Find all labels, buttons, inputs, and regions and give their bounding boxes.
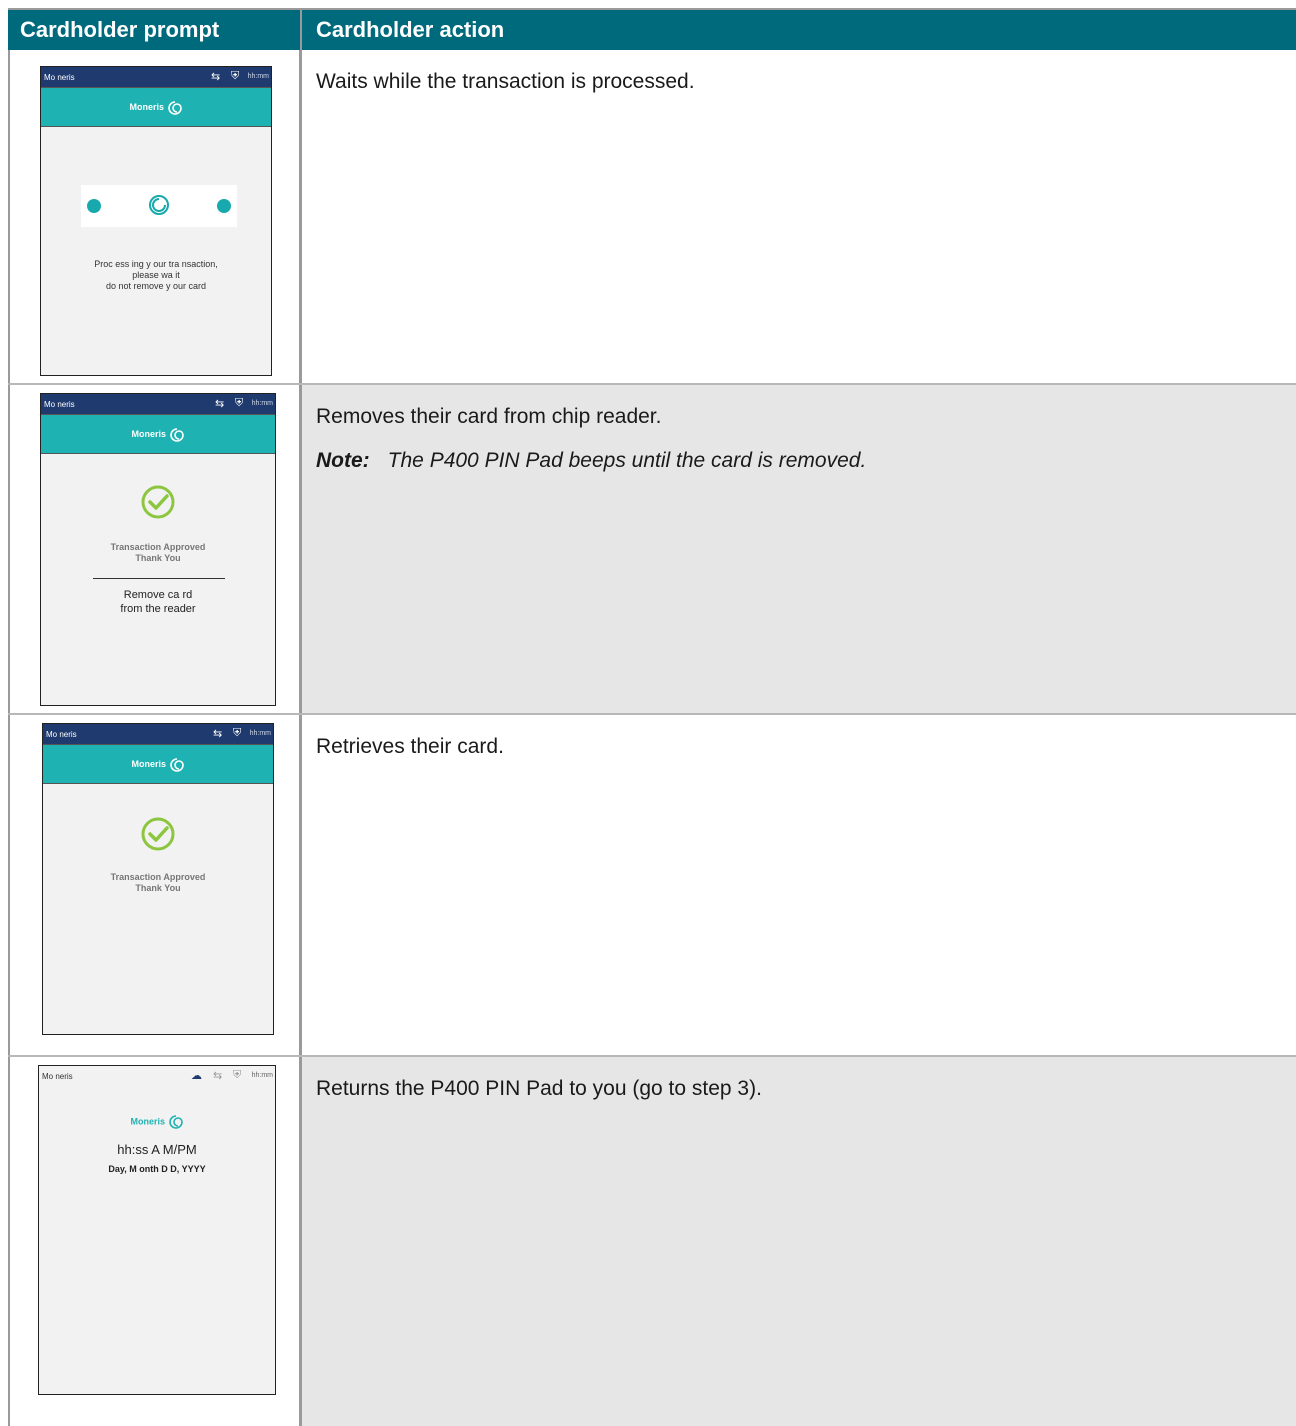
cloud-icon: ☁ [191, 1070, 202, 1082]
transfer-arrows-icon: ⇆ [215, 398, 225, 410]
pinpad-screen-approved: Mo neris ⇆ ⛨ hh:mm Moneris Transaction A… [42, 723, 274, 1035]
approval-message: Transaction Approved Thank You [43, 872, 273, 894]
pinpad-screen-processing: Mo neris ⇆ ⛨ hh:mm Moneris Proc ess ing … [40, 66, 272, 376]
status-bar: Mo neris ⇆ ⛨ hh:mm [43, 724, 273, 744]
action-cell: Removes their card from chip reader. Not… [302, 385, 1296, 713]
moneris-swirl-icon [149, 195, 169, 215]
pinpad-screen-remove-card: Mo neris ⇆ ⛨ hh:mm Moneris Transaction A… [40, 393, 276, 706]
transfer-arrows-icon: ⇆ [213, 1070, 223, 1082]
progress-dot-right [217, 199, 231, 213]
moneris-swirl-icon [169, 427, 184, 442]
moneris-swirl-icon [167, 100, 182, 115]
prompt-cell: Mo neris ⇆ ⛨ hh:mm Moneris Transaction A… [8, 385, 302, 713]
moneris-logo-text: Moneris [130, 1116, 165, 1127]
status-bar-time: hh:mm [249, 730, 271, 737]
moneris-logo-text: Moneris [131, 429, 166, 439]
status-bar: Mo neris ⇆ ⛨ hh:mm [41, 67, 271, 87]
header-cardholder-action: Cardholder action [316, 17, 505, 42]
status-bar-brand: Mo neris [46, 730, 77, 739]
clock-display: hh:ss A M/PM [117, 1142, 197, 1157]
action-cell: Waits while the transaction is processed… [302, 50, 1296, 383]
action-cell: Returns the P400 PIN Pad to you (go to s… [302, 1057, 1296, 1426]
date-display: Day, M onth D D, YYYY [108, 1164, 206, 1174]
message-line: Transaction Approved [110, 872, 206, 882]
shield-icon: ⛨ [235, 397, 244, 409]
message-line: please wa it [132, 270, 180, 280]
processing-message: Proc ess ing y our tra nsaction, please … [41, 259, 271, 292]
moneris-logo-band: Moneris [41, 414, 275, 454]
prompt-cell: Mo neris ☁ ⇆ ⛨ hh:mm Moneris hh:ss A M/P… [8, 1057, 302, 1426]
action-text: Waits while the transaction is processed… [316, 70, 695, 93]
cardholder-steps-table: Cardholder prompt Cardholder action Mo n… [8, 8, 1296, 1426]
status-bar: Mo neris ☁ ⇆ ⛨ hh:mm [39, 1066, 275, 1086]
approval-message: Transaction Approved Thank You [41, 542, 275, 564]
status-bar-time: hh:mm [247, 73, 269, 80]
moneris-logo-text: Moneris [131, 759, 166, 769]
message-line: do not remove y our card [105, 281, 207, 291]
prompt-cell: Mo neris ⇆ ⛨ hh:mm Moneris Proc ess ing … [8, 50, 302, 383]
remove-card-instruction: Remove ca rd from the reader [41, 588, 275, 616]
pinpad-screen-idle: Mo neris ☁ ⇆ ⛨ hh:mm Moneris hh:ss A M/P… [38, 1065, 276, 1395]
note-label: Note: [316, 449, 370, 472]
status-bar-brand: Mo neris [44, 400, 75, 409]
table-row: Mo neris ⇆ ⛨ hh:mm Moneris Proc ess ing … [8, 50, 1296, 385]
message-line: Thank You [135, 553, 181, 563]
divider-line [93, 578, 225, 579]
shield-icon: ⛨ [233, 727, 242, 739]
moneris-logo-band: Moneris [41, 87, 271, 127]
message-line: from the reader [120, 603, 196, 615]
note-text: The P400 PIN Pad beeps until the card is… [387, 449, 867, 472]
status-bar-time: hh:mm [251, 1072, 273, 1079]
shield-icon: ⛨ [231, 70, 240, 82]
status-bar-time: hh:mm [251, 400, 273, 407]
progress-dot-left [87, 199, 101, 213]
action-cell: Retrieves their card. [302, 715, 1296, 1055]
message-line: Thank You [135, 883, 181, 893]
moneris-logo: Moneris [39, 1114, 275, 1130]
moneris-logo-text: Moneris [129, 102, 164, 112]
table-header: Cardholder prompt Cardholder action [8, 10, 1296, 50]
moneris-swirl-icon [169, 757, 184, 772]
prompt-cell: Mo neris ⇆ ⛨ hh:mm Moneris Transaction A… [8, 715, 302, 1055]
action-text: Retrieves their card. [316, 735, 504, 758]
action-text: Returns the P400 PIN Pad to you (go to s… [316, 1077, 762, 1100]
table-row: Mo neris ⇆ ⛨ hh:mm Moneris Transaction A… [8, 385, 1296, 715]
shield-icon: ⛨ [233, 1069, 242, 1081]
checkmark-circle-icon [141, 485, 175, 519]
note: Note: The P400 PIN Pad beeps until the ca… [316, 447, 1296, 475]
status-bar-brand: Mo neris [42, 1072, 73, 1081]
moneris-logo-band: Moneris [43, 744, 273, 784]
message-line: Proc ess ing y our tra nsaction, [94, 259, 218, 269]
checkmark-circle-icon [141, 817, 175, 851]
processing-indicator [81, 185, 237, 227]
action-text: Removes their card from chip reader. [316, 405, 662, 428]
moneris-swirl-icon [168, 1115, 183, 1129]
status-bar: Mo neris ⇆ ⛨ hh:mm [41, 394, 275, 414]
transfer-arrows-icon: ⇆ [211, 71, 221, 83]
status-bar-brand: Mo neris [44, 73, 75, 82]
table-row: Mo neris ⇆ ⛨ hh:mm Moneris Transaction A… [8, 715, 1296, 1057]
transfer-arrows-icon: ⇆ [213, 728, 223, 740]
table-row: Mo neris ☁ ⇆ ⛨ hh:mm Moneris hh:ss A M/P… [8, 1057, 1296, 1426]
message-line: Remove ca rd [123, 589, 193, 601]
header-cardholder-prompt: Cardholder prompt [8, 10, 302, 50]
message-line: Transaction Approved [110, 542, 206, 552]
